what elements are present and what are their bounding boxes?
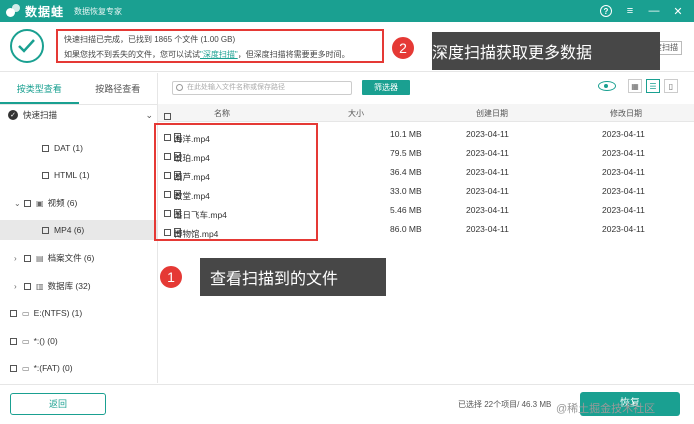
help-icon[interactable]: ?: [600, 5, 612, 17]
selection-info: 已选择 22个项目/ 46.3 MB: [458, 400, 552, 409]
chevron-down-icon[interactable]: ⌄: [14, 199, 24, 208]
app-logo-icon: [5, 3, 21, 19]
file-created: 2023-04-11: [466, 167, 509, 177]
window-controls: ? ≡ — ✕: [600, 5, 684, 18]
video-folder-icon: ▣: [36, 198, 44, 208]
tree-item-label: HTML (1): [54, 170, 90, 180]
tree-item-label: MP4 (6): [54, 225, 85, 235]
tree-item-label: *:() (0): [33, 336, 58, 346]
file-created: 2023-04-11: [466, 186, 509, 196]
tree-item-drive-unknown[interactable]: ▭ *:() (0): [0, 331, 157, 351]
tree-checkbox[interactable]: [10, 309, 17, 317]
callout-badge-2: 2: [390, 35, 416, 61]
app-subtitle: 数据恢复专家: [74, 6, 123, 16]
file-modified: 2023-04-11: [602, 186, 645, 196]
tree-item-label: E:(NTFS) (1): [33, 308, 83, 318]
file-size: 86.0 MB: [390, 224, 422, 234]
tree-item-label: *:(FAT) (0): [33, 363, 73, 373]
drive-icon: ▭: [22, 363, 30, 373]
file-modified: 2023-04-11: [602, 205, 645, 215]
file-toolbar: 在此处输入文件名称或保存路径 筛选器 ▦ ☰ ▯: [158, 73, 694, 103]
file-created: 2023-04-11: [466, 205, 509, 215]
callout-deep-scan-text: 深度扫描获取更多数据: [432, 45, 593, 62]
file-size: 10.1 MB: [390, 129, 422, 139]
search-placeholder: 在此处输入文件名称或保存路径: [187, 84, 285, 91]
tree-item-label: 视频 (6): [47, 198, 78, 208]
chevron-down-icon[interactable]: ⌄: [145, 110, 153, 121]
title-bar: 数据蛙 数据恢复专家 ? ≡ — ✕: [0, 0, 694, 22]
tab-by-type[interactable]: 按类型查看: [0, 73, 79, 104]
tree-checkbox[interactable]: [10, 364, 17, 372]
search-icon: [176, 84, 183, 91]
close-icon[interactable]: ✕: [672, 5, 684, 18]
menu-icon[interactable]: ≡: [624, 5, 636, 17]
watermark: @稀土掘金技术社区: [556, 403, 656, 415]
tree-item-database[interactable]: › ▥ 数据库 (32): [0, 276, 157, 296]
app-name: 数据蛙: [25, 4, 65, 19]
file-size: 33.0 MB: [390, 186, 422, 196]
drive-icon: ▭: [22, 336, 30, 346]
highlight-box-status: [56, 29, 384, 63]
tree-item-label: 快速扫描: [23, 110, 58, 120]
tab-by-path[interactable]: 按路径查看: [79, 73, 158, 104]
tree-checkbox[interactable]: [42, 144, 49, 152]
list-view-icon[interactable]: ☰: [646, 79, 660, 93]
column-size[interactable]: 大小: [348, 108, 364, 119]
callout-view-files: 查看扫描到的文件: [200, 258, 386, 296]
file-created: 2023-04-11: [466, 129, 509, 139]
tree-item-label: 档案文件 (6): [47, 253, 95, 263]
archive-folder-icon: ▤: [36, 253, 44, 263]
detail-view-icon[interactable]: ▯: [664, 79, 678, 93]
chevron-right-icon[interactable]: ›: [14, 282, 24, 291]
file-created: 2023-04-11: [466, 224, 509, 234]
callout-view-files-text: 查看扫描到的文件: [210, 271, 339, 288]
tree-item-dat[interactable]: DAT (1): [0, 138, 157, 158]
highlight-box-files: [154, 123, 318, 241]
file-modified: 2023-04-11: [602, 148, 645, 158]
tree-checkbox[interactable]: [10, 337, 17, 345]
file-modified: 2023-04-11: [602, 167, 645, 177]
minimize-icon[interactable]: —: [648, 5, 660, 17]
tree-checkbox[interactable]: [42, 171, 49, 179]
search-input[interactable]: 在此处输入文件名称或保存路径: [172, 81, 352, 95]
tree-item-video[interactable]: ⌄ ▣ 视频 (6): [0, 193, 157, 213]
tree-checkbox[interactable]: [24, 254, 31, 262]
checked-circle-icon: ✓: [8, 110, 18, 120]
tree-checkbox[interactable]: [42, 226, 49, 234]
tree-checkbox[interactable]: [24, 199, 31, 207]
grid-view-icon[interactable]: ▦: [628, 79, 642, 93]
view-switcher: ▦ ☰ ▯: [598, 79, 678, 93]
tree-item-quick-scan[interactable]: ✓ 快速扫描 ⌄: [0, 105, 157, 125]
drive-icon: ▭: [22, 308, 30, 318]
file-created: 2023-04-11: [466, 148, 509, 158]
file-size: 36.4 MB: [390, 167, 422, 177]
filter-button[interactable]: 筛选器: [362, 80, 410, 95]
tree-item-html[interactable]: HTML (1): [0, 165, 157, 185]
file-modified: 2023-04-11: [602, 129, 645, 139]
tree-item-mp4[interactable]: MP4 (6): [0, 220, 157, 240]
preview-eye-icon[interactable]: [598, 81, 616, 91]
tree-item-drive-e[interactable]: ▭ E:(NTFS) (1): [0, 303, 157, 323]
chevron-right-icon[interactable]: ›: [14, 254, 24, 263]
tree-item-drive-fat[interactable]: ▭ *:(FAT) (0): [0, 358, 157, 378]
view-mode-tabs: 按类型查看 按路径查看: [0, 73, 157, 105]
file-size: 79.5 MB: [390, 148, 422, 158]
callout-deep-scan: 深度扫描获取更多数据: [432, 32, 660, 70]
tree-checkbox[interactable]: [24, 282, 31, 290]
scan-complete-check-icon: [10, 29, 44, 63]
column-created[interactable]: 创建日期: [476, 108, 508, 119]
column-name[interactable]: 名称: [214, 108, 230, 119]
back-button[interactable]: 返回: [10, 393, 106, 415]
callout-badge-1: 1: [158, 264, 184, 290]
file-size: 5.46 MB: [390, 205, 422, 215]
database-folder-icon: ▥: [36, 281, 44, 291]
file-modified: 2023-04-11: [602, 224, 645, 234]
file-table-header: 名称 大小 创建日期 修改日期: [158, 104, 694, 122]
tree-item-label: 数据库 (32): [47, 281, 91, 291]
tree-item-label: DAT (1): [54, 143, 83, 153]
tree-item-archive[interactable]: › ▤ 档案文件 (6): [0, 248, 157, 268]
column-modified[interactable]: 修改日期: [610, 108, 642, 119]
